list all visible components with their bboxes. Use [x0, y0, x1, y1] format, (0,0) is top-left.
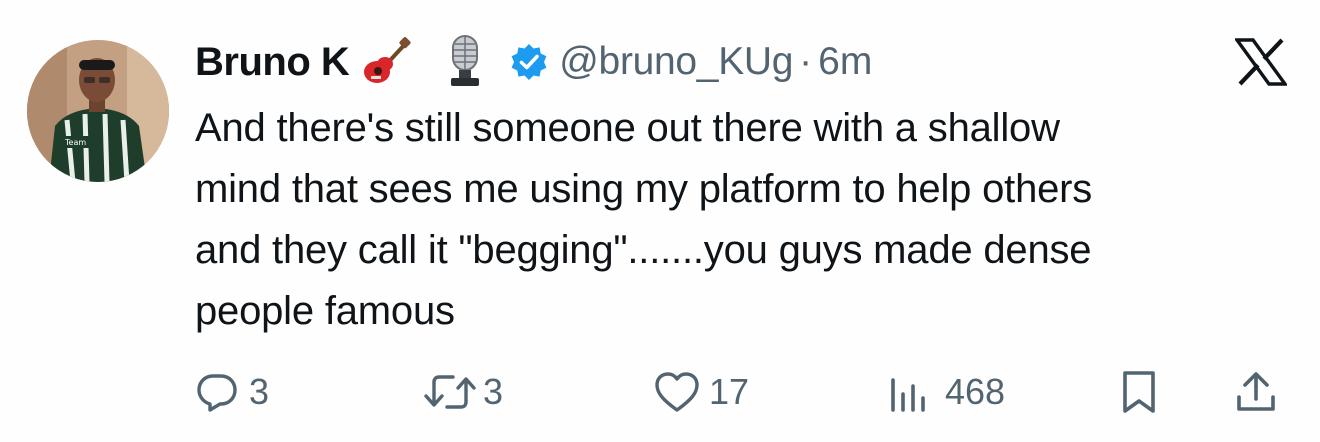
retweet-icon — [423, 370, 477, 414]
bookmark-icon — [1117, 369, 1161, 415]
avatar[interactable]: Team — [27, 40, 169, 182]
microphone-emoji-icon — [443, 34, 487, 90]
x-logo-icon[interactable] — [1233, 38, 1289, 86]
retweet-count: 3 — [483, 371, 504, 412]
tweet-card[interactable]: Team Bruno K @bruno_KUg · 6m And there's… — [0, 0, 1320, 442]
reply-count: 3 — [249, 371, 270, 412]
reply-button[interactable]: 3 — [195, 362, 269, 422]
like-count: 17 — [709, 371, 750, 412]
share-button[interactable] — [1233, 362, 1279, 422]
tweet-header: Bruno K @bruno_KUg · 6m — [195, 34, 872, 90]
post-time[interactable]: 6m — [818, 40, 872, 84]
svg-text:Team: Team — [64, 138, 86, 147]
views-button[interactable]: 468 — [887, 362, 1005, 422]
bookmark-button[interactable] — [1117, 362, 1161, 422]
like-button[interactable]: 17 — [653, 362, 749, 422]
heart-icon — [653, 370, 701, 414]
views-icon — [887, 370, 931, 414]
guitar-emoji-icon — [361, 36, 413, 88]
author-handle[interactable]: @bruno_KUg — [559, 40, 793, 84]
tweet-actions: 3 3 17 468 — [195, 362, 1295, 422]
verified-badge-icon[interactable] — [509, 42, 549, 82]
views-count: 468 — [945, 371, 1006, 412]
retweet-button[interactable]: 3 — [423, 362, 503, 422]
reply-icon — [195, 370, 239, 414]
share-icon — [1233, 369, 1279, 415]
tweet-text: And there's still someone out there with… — [195, 106, 1093, 333]
separator-dot: · — [799, 40, 813, 83]
display-name[interactable]: Bruno K — [195, 40, 350, 85]
